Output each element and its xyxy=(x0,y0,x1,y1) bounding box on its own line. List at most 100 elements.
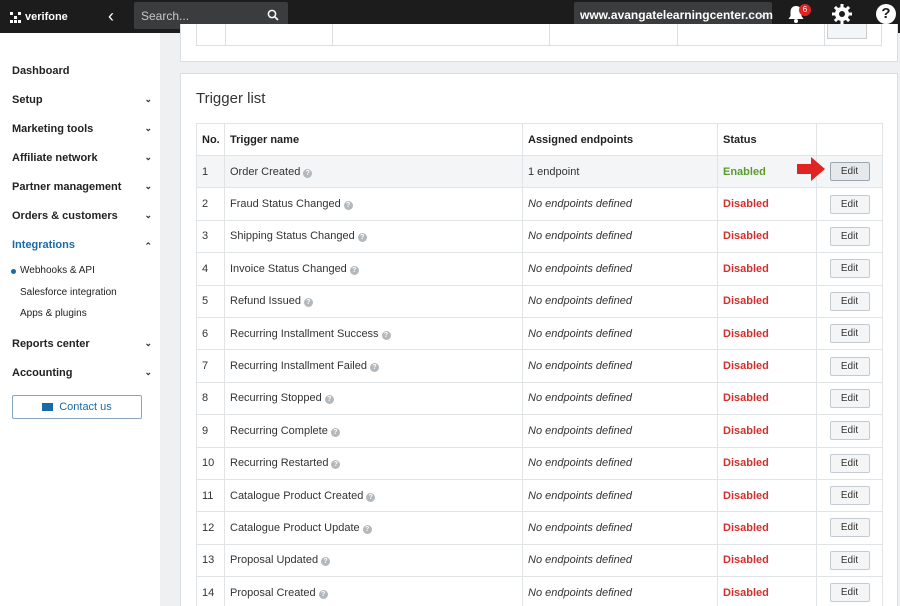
trigger-name: Recurring Stopped xyxy=(230,392,322,405)
status-cell: Disabled xyxy=(717,187,817,221)
status-badge: Disabled xyxy=(723,327,769,340)
table-row: 2 Fraud Status Changed? No endpoints defin… xyxy=(196,187,883,221)
edit-button[interactable]: Edit xyxy=(829,226,870,246)
trigger-name-cell: Order Created? xyxy=(224,154,523,189)
endpoints-cell: No endpoints defined xyxy=(522,543,718,578)
sidebar-item-affiliate-network[interactable]: Affiliate network ⌄ xyxy=(12,152,152,164)
edit-button[interactable]: Edit xyxy=(829,194,870,214)
actions-cell: Edit xyxy=(816,381,883,416)
sidebar-item-marketing-tools[interactable]: Marketing tools ⌄ xyxy=(12,123,152,135)
edit-button[interactable]: Edit xyxy=(829,421,870,441)
question-mark-help-icon[interactable]: ? xyxy=(321,557,331,567)
status-badge: Disabled xyxy=(723,489,769,502)
verifone-logo[interactable]: verifone xyxy=(10,8,68,26)
trigger-name: Fraud Status Changed xyxy=(230,198,341,211)
question-mark-help-icon[interactable]: ? xyxy=(357,233,367,243)
edit-button[interactable]: Edit xyxy=(829,356,870,376)
trigger-name: Refund Issued xyxy=(230,295,301,308)
sidebar: Dashboard Setup ⌄ Marketing tools ⌄ Affili… xyxy=(0,33,160,606)
edit-button[interactable]: Edit xyxy=(829,162,870,182)
sidebar-item-integrations[interactable]: Integrations ⌃ xyxy=(12,239,152,251)
row-number: 8 xyxy=(196,381,225,416)
sidebar-subitem-apps-plugins[interactable]: Apps & plugins xyxy=(20,308,87,319)
question-mark-help-icon[interactable]: ? xyxy=(324,395,334,405)
question-mark-help-icon[interactable]: ? xyxy=(318,589,328,599)
question-mark-help-icon[interactable]: ? xyxy=(369,363,379,373)
gear-icon[interactable] xyxy=(831,3,853,25)
edit-button[interactable]: Edit xyxy=(829,291,870,311)
trigger-name: Recurring Installment Failed xyxy=(230,360,367,373)
status-badge: Disabled xyxy=(723,457,769,470)
edit-button[interactable]: Edit xyxy=(829,324,870,344)
sidebar-subitem-webhooks-api[interactable]: Webhooks & API xyxy=(11,265,95,276)
sidebar-item-accounting[interactable]: Accounting ⌄ xyxy=(12,367,152,379)
endpoints-cell: No endpoints defined xyxy=(522,219,718,254)
table-row: 14 Proposal Created? No endpoints defined D… xyxy=(196,576,883,606)
edit-button[interactable]: Edit xyxy=(829,259,870,279)
column-header-no: No. xyxy=(196,123,225,156)
question-mark-help-icon[interactable]: ? xyxy=(362,524,372,534)
assigned-endpoints: No endpoints defined xyxy=(528,198,632,211)
sidebar-item-dashboard[interactable]: Dashboard xyxy=(12,65,152,77)
trigger-name: Order Created xyxy=(230,165,301,178)
trigger-name-cell: Invoice Status Changed? xyxy=(224,252,523,286)
envelope-icon xyxy=(42,403,54,411)
sidebar-item-setup[interactable]: Setup ⌄ xyxy=(12,94,152,106)
assigned-endpoints: 1 endpoint xyxy=(528,165,580,178)
previous-edit-button-stub[interactable] xyxy=(827,24,867,39)
actions-cell: Edit xyxy=(816,511,883,545)
sidebar-item-label: Marketing tools xyxy=(12,123,94,135)
collapse-sidebar-chevron-icon[interactable]: ‹ xyxy=(102,6,120,26)
table-row: 12 Catalogue Product Update? No endpoints … xyxy=(196,511,883,545)
edit-button[interactable]: Edit xyxy=(829,388,870,408)
edit-button[interactable]: Edit xyxy=(829,486,870,506)
question-mark-help-icon[interactable]: ? xyxy=(343,201,353,211)
status-badge: Disabled xyxy=(723,262,769,275)
edit-button[interactable]: Edit xyxy=(829,453,870,473)
edit-button[interactable]: Edit xyxy=(829,550,870,570)
question-mark-help-icon[interactable]: ? xyxy=(381,330,391,340)
status-badge: Disabled xyxy=(723,554,769,567)
contact-us-button[interactable]: Contact us xyxy=(12,395,142,419)
column-header-status: Status xyxy=(717,123,817,156)
question-mark-help-icon[interactable]: ? xyxy=(303,298,313,308)
status-cell: Disabled xyxy=(717,414,817,448)
sidebar-subitem-salesforce-integration[interactable]: Salesforce integration xyxy=(20,287,117,298)
trigger-name: Recurring Installment Success xyxy=(230,327,379,340)
help-icon[interactable]: ? xyxy=(876,4,896,24)
actions-cell: Edit xyxy=(816,478,883,513)
trigger-name: Catalogue Product Update xyxy=(230,521,360,534)
edit-button[interactable]: Edit xyxy=(829,518,870,538)
sidebar-item-reports-center[interactable]: Reports center ⌄ xyxy=(12,338,152,350)
status-cell: Disabled xyxy=(717,511,817,545)
question-mark-help-icon[interactable]: ? xyxy=(349,265,359,275)
question-mark-help-icon[interactable]: ? xyxy=(303,168,313,178)
endpoints-cell: No endpoints defined xyxy=(522,349,718,383)
chevron-down-icon: ⌄ xyxy=(144,181,152,191)
edit-button[interactable]: Edit xyxy=(829,583,870,603)
question-mark-help-icon[interactable]: ? xyxy=(330,427,340,437)
search-icon[interactable] xyxy=(267,9,279,21)
panel-title: Trigger list xyxy=(196,90,266,107)
account-domain: www.avangatelearningcenter.com xyxy=(580,8,773,22)
chevron-down-icon: ⌄ xyxy=(144,210,152,220)
question-mark-help-icon[interactable]: ? xyxy=(366,492,376,502)
trigger-list-panel: Trigger list No. Trigger name Assigned e… xyxy=(180,73,898,606)
sidebar-item-partner-management[interactable]: Partner management ⌄ xyxy=(12,181,152,193)
row-number: 14 xyxy=(196,576,225,606)
assigned-endpoints: No endpoints defined xyxy=(528,392,632,405)
table-row: 13 Proposal Updated? No endpoints defined D… xyxy=(196,543,883,578)
status-badge: Disabled xyxy=(723,586,769,599)
endpoints-cell: No endpoints defined xyxy=(522,381,718,416)
chevron-down-icon: ⌄ xyxy=(144,123,152,133)
question-mark-help-icon[interactable]: ? xyxy=(331,460,341,470)
sidebar-item-label: Reports center xyxy=(12,338,90,350)
assigned-endpoints: No endpoints defined xyxy=(528,521,632,534)
status-cell: Disabled xyxy=(717,219,817,254)
trigger-name-cell: Recurring Installment Failed? xyxy=(224,349,523,383)
actions-cell: Edit xyxy=(816,284,883,318)
trigger-name-cell: Recurring Stopped? xyxy=(224,381,523,416)
status-cell: Disabled xyxy=(717,316,817,351)
status-badge: Disabled xyxy=(723,521,769,534)
sidebar-item-orders-customers[interactable]: Orders & customers ⌄ xyxy=(12,210,152,222)
